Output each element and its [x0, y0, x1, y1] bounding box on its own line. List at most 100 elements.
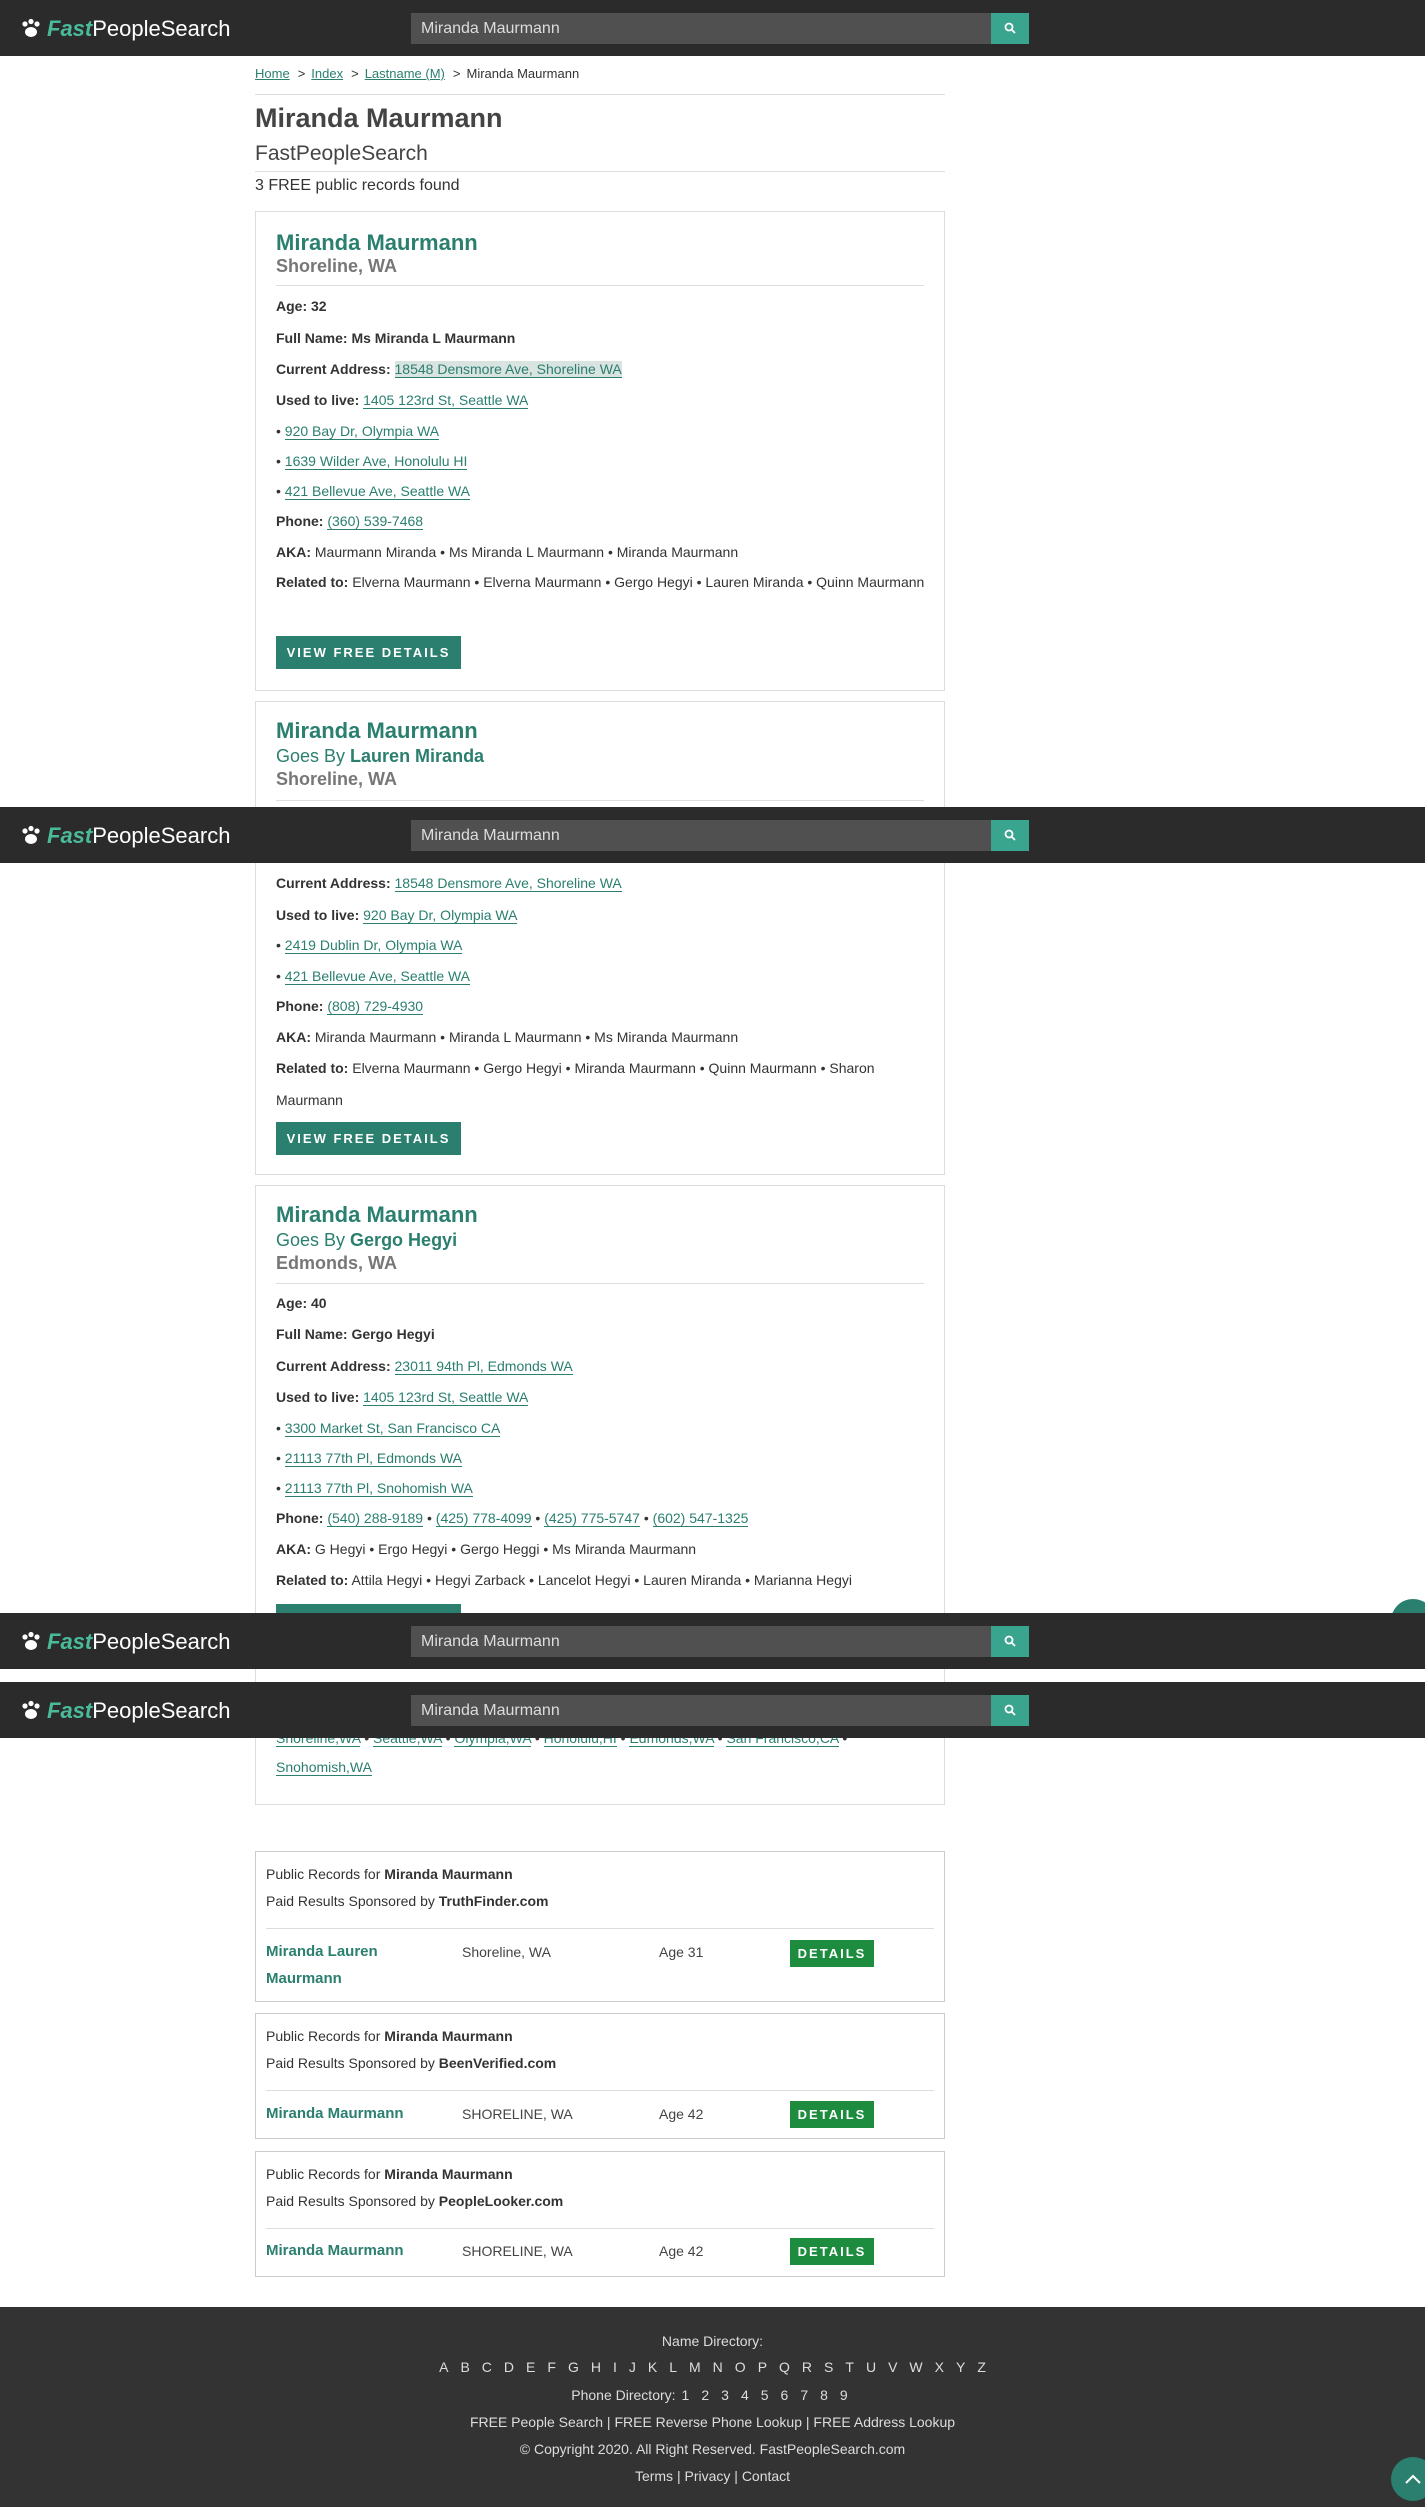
city-link[interactable]: Snohomish,WA	[276, 1759, 372, 1776]
address-link[interactable]: 23011 94th Pl, Edmonds WA	[394, 1358, 573, 1375]
directory-digit-link[interactable]: 4	[741, 2387, 749, 2403]
view-free-details-button[interactable]: VIEW FREE DETAILS	[276, 636, 461, 669]
address-link[interactable]: 18548 Densmore Ave, Shoreline WA	[394, 875, 622, 892]
search-button[interactable]	[991, 820, 1029, 851]
person-name-link[interactable]: Miranda Maurmann	[276, 230, 478, 256]
search-input[interactable]: Miranda Maurmann	[411, 820, 991, 851]
directory-letter-link[interactable]: Q	[779, 2359, 790, 2375]
sponsored-result-name[interactable]: Miranda Maurmann	[266, 2100, 404, 2127]
address-link[interactable]: 18548 Densmore Ave, Shoreline WA	[394, 361, 622, 378]
sponsored-results: Public Records for Miranda Maurmann Paid…	[255, 2013, 945, 2139]
phone-link[interactable]: (425) 778-4099	[435, 1510, 532, 1527]
directory-letter-link[interactable]: F	[547, 2359, 556, 2375]
search-button[interactable]	[991, 13, 1029, 44]
phone-link[interactable]: (808) 729-4930	[327, 998, 424, 1015]
view-free-details-button[interactable]: VIEW FREE DETAILS	[276, 1122, 461, 1155]
directory-letter-link[interactable]: L	[669, 2359, 677, 2375]
privacy-link[interactable]: Privacy	[684, 2468, 730, 2484]
address-link[interactable]: 920 Bay Dr, Olympia WA	[284, 423, 440, 440]
directory-letter-link[interactable]: K	[648, 2359, 657, 2375]
site-logo[interactable]: FastPeopleSearch	[20, 1698, 230, 1724]
full-name-line: Full Name: Gergo Hegyi	[276, 1326, 435, 1342]
directory-digit-link[interactable]: 2	[701, 2387, 709, 2403]
search-input[interactable]: Miranda Maurmann	[411, 13, 991, 44]
directory-letter-link[interactable]: D	[504, 2359, 514, 2375]
sponsored-result-name[interactable]: Miranda Maurmann	[266, 2237, 404, 2264]
directory-letter-link[interactable]: J	[629, 2359, 636, 2375]
directory-letter-link[interactable]: H	[591, 2359, 601, 2375]
address-link[interactable]: 2419 Dublin Dr, Olympia WA	[284, 937, 463, 954]
phone-link[interactable]: (360) 539-7468	[327, 513, 424, 530]
page-subtitle: FastPeopleSearch	[255, 142, 428, 165]
breadcrumb-current: Miranda Maurmann	[466, 66, 580, 81]
address-link[interactable]: 1405 123rd St, Seattle WA	[363, 392, 529, 409]
address-link[interactable]: 21113 77th Pl, Edmonds WA	[284, 1450, 462, 1467]
address-link[interactable]: 3300 Market St, San Francisco CA	[284, 1420, 501, 1437]
contact-link[interactable]: Contact	[742, 2468, 790, 2484]
directory-letter-link[interactable]: T	[845, 2359, 854, 2375]
address-link[interactable]: 1639 Wilder Ave, Honolulu HI	[284, 453, 468, 470]
directory-letter-link[interactable]: U	[866, 2359, 876, 2375]
search-button[interactable]	[991, 1695, 1029, 1726]
divider	[266, 2090, 934, 2091]
directory-digit-link[interactable]: 3	[721, 2387, 729, 2403]
search-icon	[1004, 829, 1016, 841]
directory-letter-link[interactable]: M	[689, 2359, 701, 2375]
address-link[interactable]: 21113 77th Pl, Snohomish WA	[284, 1480, 473, 1497]
person-name-link[interactable]: Miranda Maurmann	[276, 718, 478, 744]
address-link[interactable]: 1405 123rd St, Seattle WA	[363, 1389, 529, 1406]
directory-letter-link[interactable]: S	[824, 2359, 833, 2375]
directory-letter-link[interactable]: G	[568, 2359, 579, 2375]
sponsor-line: Paid Results Sponsored by BeenVerified.c…	[266, 2055, 557, 2071]
sponsored-heading: Public Records for Miranda Maurmann	[266, 1866, 513, 1882]
directory-letter-link[interactable]: V	[888, 2359, 897, 2375]
phone-link[interactable]: (540) 288-9189	[327, 1510, 424, 1527]
phone-link[interactable]: (425) 775-5747	[544, 1510, 640, 1527]
site-logo[interactable]: FastPeopleSearch	[20, 16, 230, 42]
person-name-link[interactable]: Miranda Maurmann	[276, 1202, 478, 1228]
directory-letter-link[interactable]: R	[802, 2359, 812, 2375]
used-to-live-line: Used to live: 1405 123rd St, Seattle WA	[276, 1389, 529, 1406]
past-address-line: • 3300 Market St, San Francisco CA	[276, 1420, 501, 1437]
address-link[interactable]: 421 Bellevue Ave, Seattle WA	[284, 483, 471, 500]
directory-letter-link[interactable]: A	[439, 2359, 448, 2375]
directory-digit-link[interactable]: 1	[682, 2387, 690, 2403]
site-logo[interactable]: FastPeopleSearch	[20, 823, 230, 849]
phone-link[interactable]: (602) 547-1325	[652, 1510, 749, 1527]
terms-link[interactable]: Terms	[635, 2468, 673, 2484]
used-to-live-line: Used to live: 1405 123rd St, Seattle WA	[276, 392, 529, 409]
directory-letter-link[interactable]: Z	[977, 2359, 986, 2375]
breadcrumb-lastname[interactable]: Lastname (M)	[365, 66, 445, 81]
directory-digit-link[interactable]: 7	[800, 2387, 808, 2403]
details-button[interactable]: DETAILS	[790, 1940, 874, 1967]
site-logo[interactable]: FastPeopleSearch	[20, 1629, 230, 1655]
footer-links[interactable]: FREE People Search | FREE Reverse Phone …	[0, 2414, 1425, 2430]
directory-digit-link[interactable]: 8	[820, 2387, 828, 2403]
divider	[276, 800, 924, 801]
directory-letter-link[interactable]: O	[735, 2359, 746, 2375]
details-button[interactable]: DETAILS	[790, 2101, 874, 2128]
directory-digit-link[interactable]: 6	[781, 2387, 789, 2403]
breadcrumb-home[interactable]: Home	[255, 66, 290, 81]
header-bar: FastPeopleSearch Miranda Maurmann	[0, 0, 1425, 56]
directory-digit-link[interactable]: 5	[761, 2387, 769, 2403]
search-input[interactable]: Miranda Maurmann	[411, 1626, 991, 1657]
breadcrumb-index[interactable]: Index	[311, 66, 343, 81]
directory-letter-link[interactable]: W	[909, 2359, 922, 2375]
directory-letter-link[interactable]: N	[713, 2359, 723, 2375]
sponsored-result-name[interactable]: Miranda Lauren Maurmann	[266, 1938, 426, 1992]
directory-letter-link[interactable]: I	[613, 2359, 617, 2375]
directory-digit-link[interactable]: 9	[840, 2387, 848, 2403]
directory-letter-link[interactable]: C	[482, 2359, 492, 2375]
directory-letter-link[interactable]: X	[935, 2359, 944, 2375]
details-button[interactable]: DETAILS	[790, 2238, 874, 2265]
search-button[interactable]	[991, 1626, 1029, 1657]
directory-letter-link[interactable]: P	[758, 2359, 767, 2375]
directory-letter-link[interactable]: Y	[956, 2359, 965, 2375]
person-location: Shoreline, WA	[276, 769, 398, 789]
search-input[interactable]: Miranda Maurmann	[411, 1695, 991, 1726]
directory-letter-link[interactable]: B	[460, 2359, 469, 2375]
address-link[interactable]: 421 Bellevue Ave, Seattle WA	[284, 968, 471, 985]
directory-letter-link[interactable]: E	[526, 2359, 535, 2375]
address-link[interactable]: 920 Bay Dr, Olympia WA	[363, 907, 518, 924]
